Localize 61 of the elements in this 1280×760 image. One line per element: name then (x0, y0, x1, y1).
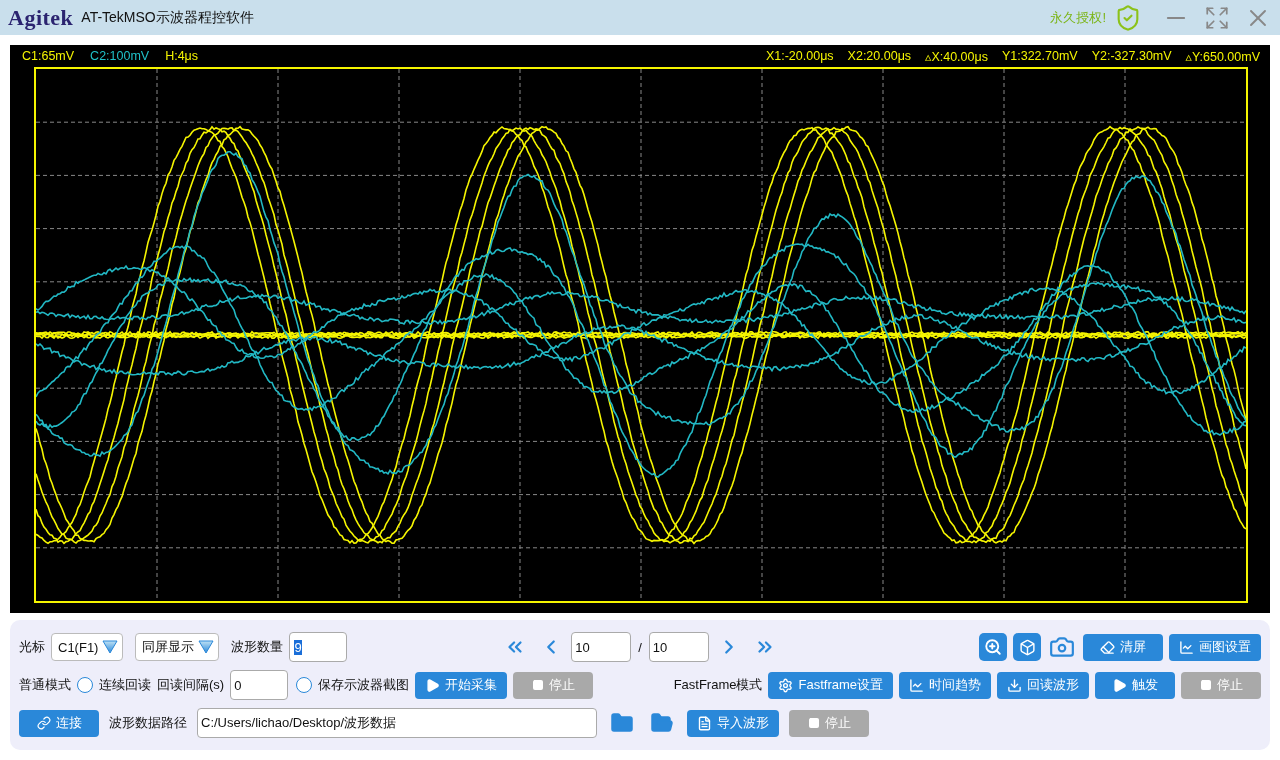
radio-label: 保存示波器截图 (318, 676, 410, 694)
license-status: 永久授权! (1050, 8, 1106, 27)
display-select[interactable]: 同屏显示 (135, 633, 220, 661)
cursor-readout: Y2:-327.30mV (1091, 49, 1172, 63)
channel-readout: H:4μs (165, 49, 199, 63)
action-button[interactable]: 回读波形 (997, 671, 1089, 699)
count-label: 波形数量 (231, 638, 284, 656)
cursor-readout: X1:-20.00μs (765, 49, 834, 63)
fastframe-label: FastFrame模式 (673, 676, 763, 694)
cursor-label: 光标 (19, 638, 45, 656)
radio-button[interactable] (296, 677, 313, 693)
action-button[interactable]: 画图设置 (1169, 633, 1261, 661)
cursor-readout: ▵X:40.00μs (925, 48, 988, 64)
interval-label: 回读间隔(s) (157, 676, 225, 694)
radio-label: 连续回读 (99, 676, 151, 694)
action-button[interactable]: 时间趋势 (899, 671, 991, 699)
stop-icon (531, 679, 544, 691)
window-title: AT-TekMSO示波器程控软件 (81, 8, 254, 27)
stop-icon (807, 717, 820, 729)
eraser-icon (1100, 639, 1115, 655)
interval-field[interactable]: 0 (230, 670, 289, 700)
camera-icon (1049, 634, 1075, 660)
radio-button[interactable] (77, 677, 93, 693)
open-folder-icon (650, 711, 674, 735)
cube-button[interactable] (1013, 633, 1041, 661)
dropdown-arrow-icon (198, 640, 215, 654)
action-button[interactable]: Fastframe设置 (768, 671, 893, 699)
folder-icon (610, 711, 634, 735)
link-icon (36, 716, 51, 730)
dropdown-arrow-icon (102, 640, 119, 654)
mode-label: 普通模式 (19, 676, 71, 694)
page-separator: / (638, 639, 642, 655)
path-field[interactable]: C:/Users/lichao/Desktop/波形数据 (197, 708, 597, 738)
cursor-readout: X2:20.00μs (847, 49, 912, 63)
channel-readout: C1:65mV (22, 49, 75, 63)
file-icon (697, 715, 712, 731)
maximize-icon[interactable] (1204, 4, 1230, 31)
zoom-button[interactable] (979, 633, 1007, 661)
play-icon (425, 677, 441, 693)
action-button[interactable]: 导入波形 (687, 709, 779, 737)
action-button[interactable]: 开始采集 (415, 671, 508, 699)
cursor-readout: ▵Y:650.00mV (1185, 48, 1260, 64)
line-chart-icon (909, 677, 924, 693)
count-field[interactable]: 9 (289, 632, 348, 662)
action-button[interactable]: 触发 (1095, 671, 1175, 699)
download-icon (1007, 677, 1022, 693)
cursor-readout: Y1:322.70mV (1001, 49, 1078, 63)
action-button[interactable]: 清屏 (1083, 633, 1163, 661)
path-label: 波形数据路径 (109, 714, 187, 732)
total-pages-field[interactable]: 10 (648, 632, 709, 662)
play-icon (1112, 677, 1127, 693)
zoom-in-icon (984, 638, 1002, 656)
settings-icon (778, 677, 794, 693)
action-button[interactable]: 连接 (19, 709, 99, 737)
cube-icon (1018, 638, 1036, 656)
page-field[interactable]: 10 (571, 632, 632, 662)
cursor-select[interactable]: C1(F1) (51, 633, 124, 661)
channel-readout: C2:100mV (90, 49, 150, 63)
line-chart-icon (1179, 639, 1194, 655)
logo: Agitek (8, 4, 74, 31)
stop-icon (1199, 679, 1212, 691)
